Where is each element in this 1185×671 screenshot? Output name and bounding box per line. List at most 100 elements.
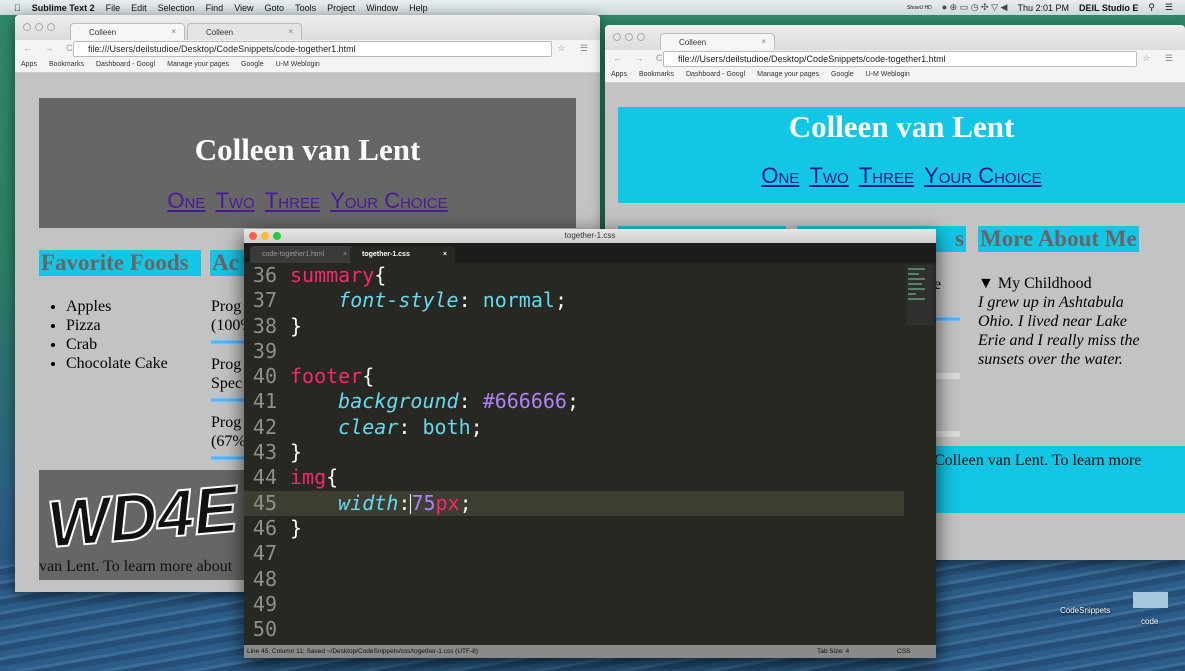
menu-file[interactable]: File — [106, 3, 121, 13]
nav-link-two[interactable]: Two — [215, 188, 254, 213]
line-number: 36 — [252, 263, 277, 287]
nav-link-two[interactable]: Two — [809, 163, 848, 188]
minimap[interactable] — [906, 265, 934, 325]
code-line[interactable]: 49 — [244, 592, 904, 617]
browser-tab[interactable]: Colleen × — [70, 23, 185, 40]
menu-edit[interactable]: Edit — [131, 3, 147, 13]
bookmark[interactable]: Apps — [21, 61, 37, 72]
line-text: } — [284, 516, 302, 541]
address-bar[interactable]: file:///Users/deilstudioe/Desktop/CodeSn… — [73, 41, 552, 57]
menu-view[interactable]: View — [234, 3, 253, 13]
star-icon[interactable]: ☆ ☰ — [557, 43, 594, 54]
progress-bar — [935, 373, 960, 379]
menu-project[interactable]: Project — [327, 3, 355, 13]
line-text: footer{ — [284, 364, 374, 389]
code-line[interactable]: 37 font-style: normal; — [244, 288, 904, 313]
status-icons[interactable]: ● ⊕ ▭ ◷ ✣ ▽ ◀ — [942, 2, 1008, 13]
bookmark[interactable]: Google — [241, 61, 264, 72]
bookmark[interactable]: Manage your pages — [167, 61, 229, 72]
folder-icon[interactable] — [1133, 592, 1168, 608]
details-summary[interactable]: ▼ My Childhood — [978, 274, 1092, 293]
code-line[interactable]: 45 width:75px; — [244, 490, 904, 516]
bookmark[interactable]: Dashboard - Googl — [96, 61, 155, 72]
user-name[interactable]: DEIL Studio E — [1079, 3, 1138, 13]
list-item: Crab — [66, 335, 168, 354]
browser-toolbar: ← → C file:///Users/deilstudioe/Desktop/… — [605, 50, 1185, 68]
page-title: Colleen van Lent — [194, 132, 421, 167]
code-line[interactable]: 38} — [244, 314, 904, 339]
code-line[interactable]: 41 background: #666666; — [244, 389, 904, 414]
notification-icon[interactable]: ☰ — [1165, 2, 1173, 13]
menu-app[interactable]: Sublime Text 2 — [32, 3, 95, 13]
code-area[interactable]: 36 summary{37 font-style: normal; 38} 39 40 f… — [244, 263, 904, 645]
address-bar[interactable]: file:///Users/deilstudioe/Desktop/CodeSn… — [663, 51, 1137, 67]
page-header: Colleen van Lent One Two Three Your Choi… — [618, 107, 1185, 203]
bookmark[interactable]: Dashboard - Googl — [686, 71, 745, 82]
recording-indicator[interactable]: ShowU HD — [907, 5, 932, 11]
close-icon[interactable]: × — [171, 27, 176, 36]
menu-tools[interactable]: Tools — [295, 3, 316, 13]
editor-tab[interactable]: code-together1.html × — [250, 246, 355, 263]
menu-find[interactable]: Find — [206, 3, 224, 13]
nav-link-your-choice[interactable]: Your Choice — [924, 163, 1042, 188]
code-line[interactable]: 39 — [244, 339, 904, 364]
nav-link-one[interactable]: One — [167, 188, 205, 213]
code-line[interactable]: 44 img{ — [244, 465, 904, 490]
editor-tab-active[interactable]: together-1.css × — [350, 246, 455, 263]
bookmark[interactable]: Bookmarks — [49, 61, 84, 72]
star-icon[interactable]: ☆ ☰ — [1142, 53, 1179, 64]
progress-bar — [935, 431, 960, 437]
nav-links: One Two Three Your Choice — [618, 163, 1185, 189]
footer-text: Colleen van Lent. To learn more — [934, 452, 1142, 469]
window-controls[interactable] — [23, 23, 55, 31]
code-token: } — [290, 313, 303, 338]
apple-icon[interactable]:  — [14, 3, 21, 13]
line-number: 46 — [252, 515, 277, 540]
spotlight-icon[interactable]: ⚲ — [1148, 2, 1155, 13]
code-token: ; — [566, 389, 580, 414]
line-text — [284, 567, 290, 592]
menu-help[interactable]: Help — [409, 3, 428, 13]
window-controls[interactable] — [249, 232, 281, 240]
bookmark[interactable]: Bookmarks — [639, 71, 674, 82]
code-line[interactable]: 36 summary{ — [244, 263, 904, 288]
code-line[interactable]: 43} — [244, 440, 904, 465]
nav-buttons[interactable]: ← → C — [23, 43, 78, 53]
nav-link-three[interactable]: Three — [859, 163, 914, 188]
syntax-mode[interactable]: CSS — [897, 648, 910, 655]
line-number: 45 — [252, 490, 277, 515]
bookmark[interactable]: U-M Weblogin — [866, 71, 910, 82]
close-icon[interactable]: × — [343, 251, 347, 258]
clock[interactable]: Thu 2:01 PM — [1017, 3, 1069, 13]
close-icon[interactable]: × — [443, 251, 447, 258]
nav-link-one[interactable]: One — [761, 163, 799, 188]
nav-buttons[interactable]: ← → C — [613, 53, 668, 63]
bookmark[interactable]: Manage your pages — [757, 71, 819, 82]
line-number: 50 — [252, 617, 277, 642]
code-token: background — [338, 389, 459, 414]
nav-link-three[interactable]: Three — [265, 188, 320, 213]
code-line[interactable]: 48 — [244, 567, 904, 592]
menu-goto[interactable]: Goto — [265, 3, 285, 13]
browser-tab[interactable]: Colleen × — [660, 33, 775, 50]
code-line[interactable]: 40 footer{ — [244, 364, 904, 389]
bookmark[interactable]: Apps — [611, 71, 627, 82]
browser-tab[interactable]: Colleen × — [187, 23, 302, 40]
desktop-icon-codesnippets[interactable]: CodeSnippets — [1060, 606, 1110, 615]
code-line[interactable]: 42 clear: both; — [244, 415, 904, 440]
desktop-icon-code[interactable]: code — [1141, 617, 1158, 626]
menu-window[interactable]: Window — [366, 3, 398, 13]
code-line[interactable]: 50 — [244, 617, 904, 642]
close-icon[interactable]: × — [761, 37, 766, 46]
close-icon[interactable]: × — [288, 27, 293, 36]
list-item: Chocolate Cake — [66, 354, 168, 373]
code-line[interactable]: 46} — [244, 516, 904, 541]
bookmark[interactable]: U-M Weblogin — [276, 61, 320, 72]
window-controls[interactable] — [613, 33, 645, 41]
bookmark[interactable]: Google — [831, 71, 854, 82]
code-line[interactable]: 47 — [244, 541, 904, 566]
menu-selection[interactable]: Selection — [158, 3, 195, 13]
code-token: { — [362, 364, 375, 389]
nav-link-your-choice[interactable]: Your Choice — [330, 188, 448, 213]
tab-size[interactable]: Tab Size: 4 — [817, 648, 849, 655]
